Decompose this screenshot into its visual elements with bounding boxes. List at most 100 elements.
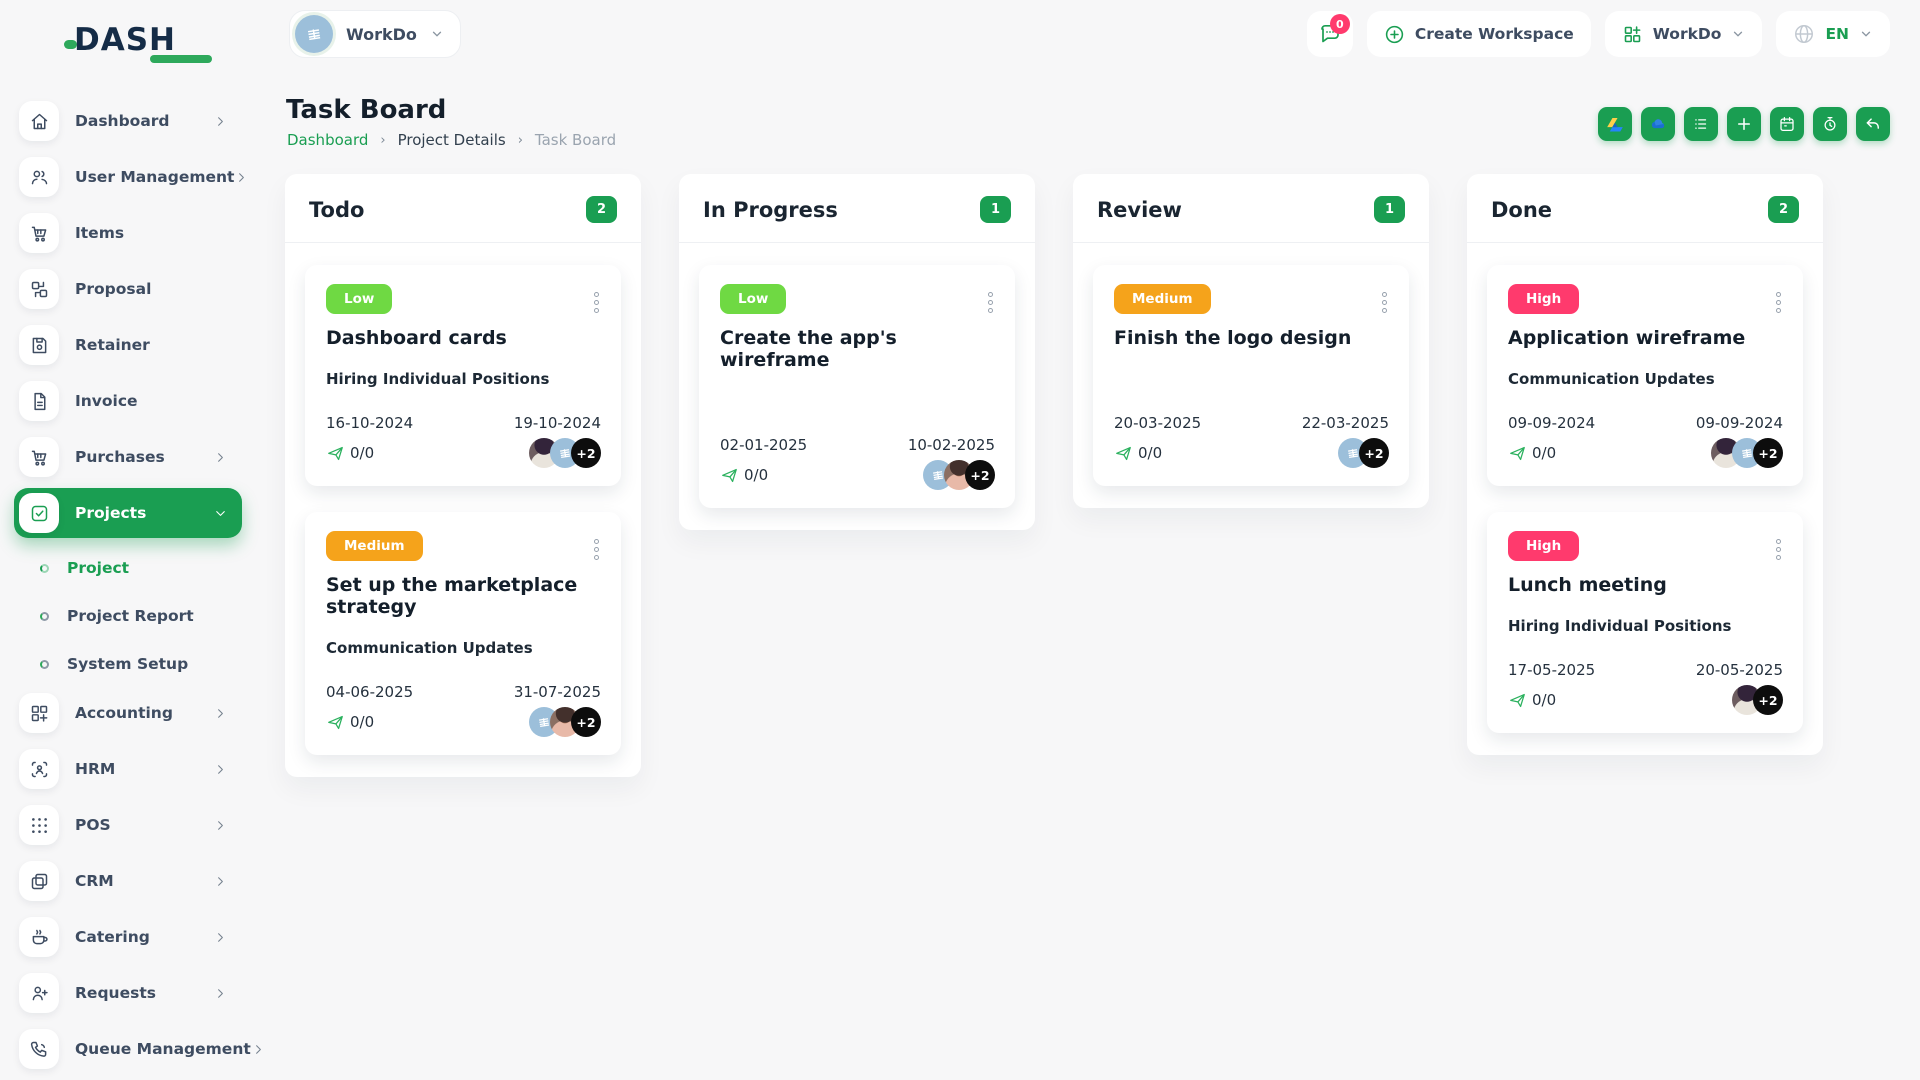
sidebar-item-crm[interactable]: CRM bbox=[14, 856, 242, 906]
card-footer: 0/0 +2 bbox=[720, 459, 995, 491]
sidebar-subitem-label: System Setup bbox=[67, 655, 189, 673]
chevron-right-icon bbox=[213, 114, 228, 129]
task-card-dashboard-cards[interactable]: Low Dashboard cards Hiring Individual Posi… bbox=[305, 265, 621, 486]
sidebar-item-hrm[interactable]: HRM bbox=[14, 744, 242, 794]
create-workspace-button[interactable]: Create Workspace bbox=[1366, 11, 1591, 57]
task-milestone: Communication Updates bbox=[326, 639, 533, 657]
sidebar-subitem-project-report[interactable]: Project Report bbox=[14, 592, 242, 640]
reminder-button[interactable] bbox=[1813, 107, 1847, 141]
task-card-lunch-meeting[interactable]: High Lunch meeting Hiring Individual Posit… bbox=[1487, 512, 1803, 733]
calendar-icon bbox=[1778, 115, 1796, 133]
chevron-right-icon bbox=[213, 818, 228, 833]
task-card-create-the-app-s-wireframe[interactable]: Low Create the app's wireframe 02-01-2025 1… bbox=[699, 265, 1015, 508]
chevron-down-icon bbox=[430, 27, 444, 41]
messages-button[interactable]: 0 bbox=[1306, 11, 1353, 57]
task-title: Application wireframe bbox=[1508, 327, 1746, 349]
task-card-set-up-the-marketplace-strategy[interactable]: Medium Set up the marketplace strategy Com… bbox=[305, 512, 621, 755]
cart-icon bbox=[19, 437, 59, 477]
column-title: Todo bbox=[309, 197, 365, 222]
sidebar-item-requests[interactable]: Requests bbox=[14, 968, 242, 1018]
subtask-progress: 0/0 bbox=[1114, 444, 1162, 463]
calendar-button[interactable] bbox=[1770, 107, 1804, 141]
card-menu-button[interactable] bbox=[985, 289, 996, 316]
breadcrumb-dashboard-link[interactable]: Dashboard bbox=[287, 131, 368, 149]
cart-icon bbox=[19, 213, 59, 253]
sidebar-item-invoice[interactable]: Invoice bbox=[14, 376, 242, 426]
sidebar-item-proposal[interactable]: Proposal bbox=[14, 264, 242, 314]
circle-plus-icon bbox=[1385, 25, 1403, 43]
chevron-down-icon bbox=[1731, 27, 1745, 41]
column-card-list: Medium Finish the logo design 20-03-2025 22… bbox=[1073, 243, 1429, 508]
card-menu-button[interactable] bbox=[1379, 289, 1390, 316]
breadcrumb-current: Task Board bbox=[534, 131, 617, 149]
card-menu-button[interactable] bbox=[1773, 536, 1784, 563]
chevron-down-icon bbox=[1859, 27, 1873, 41]
list-view-button[interactable] bbox=[1684, 107, 1718, 141]
sidebar-item-projects[interactable]: Projects bbox=[14, 488, 242, 538]
card-menu-button[interactable] bbox=[591, 536, 602, 563]
start-date: 17-05-2025 bbox=[1508, 661, 1596, 679]
sidebar-item-queue-management[interactable]: Queue Management bbox=[14, 1024, 261, 1074]
task-dates: 09-09-2024 09-09-2024 bbox=[1508, 414, 1783, 432]
breadcrumb-separator: › bbox=[517, 132, 523, 148]
sidebar-item-retainer[interactable]: Retainer bbox=[14, 320, 242, 370]
card-menu-button[interactable] bbox=[1773, 289, 1784, 316]
task-dates: 17-05-2025 20-05-2025 bbox=[1508, 661, 1783, 679]
app-switcher-button[interactable]: WorkDo bbox=[1604, 11, 1763, 57]
onedrive-icon bbox=[1649, 115, 1667, 133]
board-toolbar bbox=[1598, 107, 1890, 141]
assignee-avatars: +2 bbox=[529, 438, 601, 468]
send-icon bbox=[1508, 444, 1527, 463]
card-footer: 0/0 +2 bbox=[326, 437, 601, 469]
avatar-overflow-badge: +2 bbox=[571, 438, 601, 468]
task-title: Dashboard cards bbox=[326, 327, 507, 349]
sidebar-subitem-label: Project Report bbox=[67, 607, 194, 625]
sidebar-item-label: Dashboard bbox=[75, 112, 170, 130]
create-workspace-label: Create Workspace bbox=[1414, 25, 1574, 43]
sidebar-item-label: Requests bbox=[75, 984, 156, 1002]
sidebar-item-user-management[interactable]: User Management bbox=[14, 152, 245, 202]
sidebar-item-label: Items bbox=[75, 224, 125, 242]
language-code: EN bbox=[1825, 25, 1849, 43]
chevron-right-icon bbox=[234, 170, 249, 185]
subtask-progress-value: 0/0 bbox=[350, 713, 375, 731]
breadcrumb-project-details-link[interactable]: Project Details bbox=[398, 131, 506, 149]
subtask-progress: 0/0 bbox=[326, 713, 374, 732]
add-task-button[interactable] bbox=[1727, 107, 1761, 141]
card-footer: 0/0 +2 bbox=[1508, 684, 1783, 716]
priority-badge: High bbox=[1508, 531, 1580, 561]
card-menu-button[interactable] bbox=[591, 289, 602, 316]
onedrive-button[interactable] bbox=[1641, 107, 1675, 141]
sidebar-subitem-system-setup[interactable]: System Setup bbox=[14, 640, 242, 688]
sidebar-item-label: CRM bbox=[75, 872, 114, 890]
end-date: 20-05-2025 bbox=[1695, 661, 1783, 679]
sidebar-item-dashboard[interactable]: Dashboard bbox=[14, 96, 242, 146]
workspace-selector[interactable]: WorkDo bbox=[289, 10, 461, 58]
sidebar-item-items[interactable]: Items bbox=[14, 208, 242, 258]
start-date: 16-10-2024 bbox=[326, 414, 414, 432]
sidebar-item-purchases[interactable]: Purchases bbox=[14, 432, 242, 482]
workspace-avatar bbox=[295, 15, 333, 53]
chevron-right-icon bbox=[213, 450, 228, 465]
kanban-column-in-progress: In Progress 1 Low Create the app's wirefram… bbox=[679, 174, 1035, 530]
end-date: 22-03-2025 bbox=[1301, 414, 1389, 432]
sidebar-item-accounting[interactable]: Accounting bbox=[14, 688, 242, 738]
start-date: 20-03-2025 bbox=[1114, 414, 1202, 432]
task-card-application-wireframe[interactable]: High Application wireframe Communication U… bbox=[1487, 265, 1803, 486]
task-dates: 16-10-2024 19-10-2024 bbox=[326, 414, 601, 432]
task-card-finish-the-logo-design[interactable]: Medium Finish the logo design 20-03-2025 22… bbox=[1093, 265, 1409, 486]
windows-icon bbox=[19, 861, 59, 901]
scan-user-icon bbox=[19, 749, 59, 789]
subtask-progress-value: 0/0 bbox=[1532, 444, 1557, 462]
sidebar-item-catering[interactable]: Catering bbox=[14, 912, 242, 962]
sidebar-item-label: User Management bbox=[75, 168, 235, 186]
google-drive-button[interactable] bbox=[1598, 107, 1632, 141]
language-selector[interactable]: EN bbox=[1776, 11, 1890, 57]
app-logo[interactable]: DASH bbox=[64, 22, 212, 63]
column-header: Todo 2 bbox=[285, 174, 641, 242]
task-milestone bbox=[1114, 370, 1389, 389]
back-button[interactable] bbox=[1856, 107, 1890, 141]
sidebar-subitem-project[interactable]: Project bbox=[14, 544, 242, 592]
bullet-icon bbox=[40, 611, 49, 621]
sidebar-item-pos[interactable]: POS bbox=[14, 800, 242, 850]
